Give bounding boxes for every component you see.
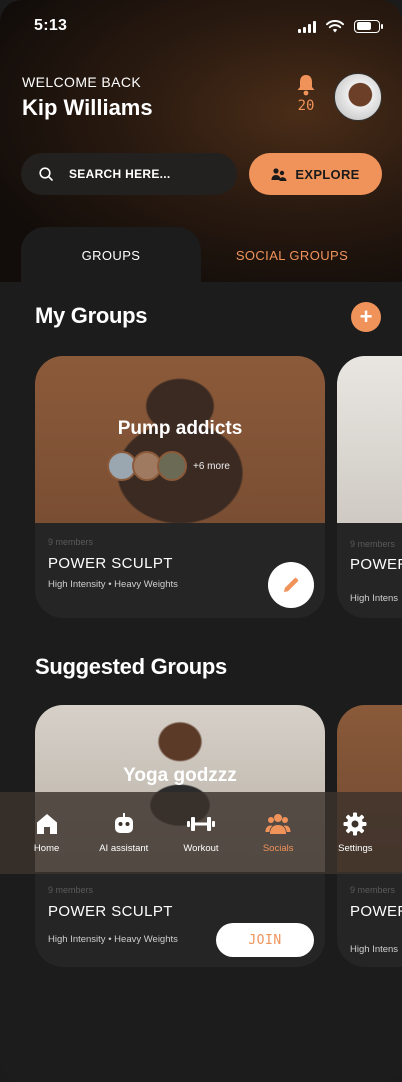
nav-label: AI assistant: [99, 843, 149, 854]
card-title: POWER: [350, 556, 402, 573]
add-group-button[interactable]: +: [351, 302, 381, 332]
user-name: Kip Williams: [22, 95, 153, 120]
member-avatar: [157, 451, 187, 481]
cellular-signal-icon: [298, 20, 316, 33]
card-title: POWER: [350, 903, 402, 920]
explore-label: EXPLORE: [295, 166, 360, 182]
plus-icon: +: [359, 304, 373, 329]
tag: Heavy Weights: [114, 579, 178, 590]
member-count: 9 members: [350, 885, 396, 895]
app-screen: 5:13 WELCOME BACK Kip Williams 20 SEARCH…: [0, 0, 402, 1082]
tab-groups[interactable]: GROUPS: [21, 227, 201, 283]
notifications-button[interactable]: 20: [294, 74, 318, 118]
nav-label: Socials: [262, 843, 294, 854]
card-title: POWER SCULPT: [48, 555, 173, 572]
member-count: 9 members: [350, 539, 396, 549]
more-members: +6 more: [193, 460, 230, 472]
nav-socials[interactable]: Socials: [240, 812, 316, 854]
card-tags: High Intens: [350, 944, 399, 955]
bell-icon: [297, 75, 315, 96]
robot-icon: [114, 813, 133, 833]
card-tags: High Intensity • Heavy Weights: [48, 934, 178, 945]
tag: High Intensity: [48, 579, 106, 590]
card-tags: High Intensity • Heavy Weights: [48, 579, 178, 590]
nav-ai-assistant[interactable]: AI assistant: [86, 812, 162, 854]
search-icon: [39, 167, 53, 181]
status-time: 5:13: [34, 17, 68, 34]
battery-icon: [354, 19, 383, 33]
home-icon: [36, 814, 57, 834]
bottom-nav: Home AI assistant Workout Socials Settin…: [0, 792, 402, 874]
tag: Heavy Weights: [114, 934, 178, 945]
search-placeholder: SEARCH HERE...: [69, 167, 171, 181]
member-count: 9 members: [48, 885, 94, 895]
pencil-icon: [284, 577, 299, 592]
card-title: POWER SCULPT: [48, 903, 173, 920]
dumbbell-icon: [186, 817, 215, 831]
nav-workout[interactable]: Workout: [163, 812, 239, 854]
explore-people-icon: [271, 167, 287, 181]
group-name: Pump addicts: [117, 418, 243, 439]
group-card[interactable]: 9 members POWER High Intens: [337, 356, 402, 618]
nav-settings[interactable]: Settings: [317, 812, 393, 854]
nav-label: Workout: [183, 843, 219, 854]
people-icon: [265, 814, 291, 834]
member-count: 9 members: [48, 537, 94, 547]
search-input[interactable]: SEARCH HERE...: [21, 153, 237, 195]
my-groups-title: My Groups: [35, 303, 148, 328]
card-tags: High Intens: [350, 593, 399, 604]
user-avatar[interactable]: [334, 73, 382, 121]
wifi-icon: [326, 19, 344, 32]
notification-count: 20: [297, 98, 315, 114]
group-name: Yoga godzzz: [123, 765, 237, 786]
nav-home[interactable]: Home: [9, 812, 85, 854]
join-button[interactable]: JOIN: [216, 923, 314, 957]
suggested-groups-title: Suggested Groups: [35, 654, 227, 679]
explore-button[interactable]: EXPLORE: [249, 153, 382, 195]
edit-button[interactable]: [268, 562, 314, 608]
nav-label: Home: [33, 843, 60, 854]
status-bar: 5:13: [34, 14, 383, 38]
welcome-text: WELCOME BACK: [22, 74, 142, 90]
gear-icon: [343, 812, 367, 836]
nav-label: Settings: [338, 843, 373, 854]
tag: High Intensity: [48, 934, 106, 945]
status-icons: [298, 19, 383, 33]
tab-social-groups[interactable]: SOCIAL GROUPS: [222, 227, 362, 283]
group-card-image: [337, 356, 402, 523]
group-card[interactable]: Pump addicts +6 more 9 members POWER SCU…: [35, 356, 325, 618]
member-avatars: +6 more: [107, 451, 230, 481]
